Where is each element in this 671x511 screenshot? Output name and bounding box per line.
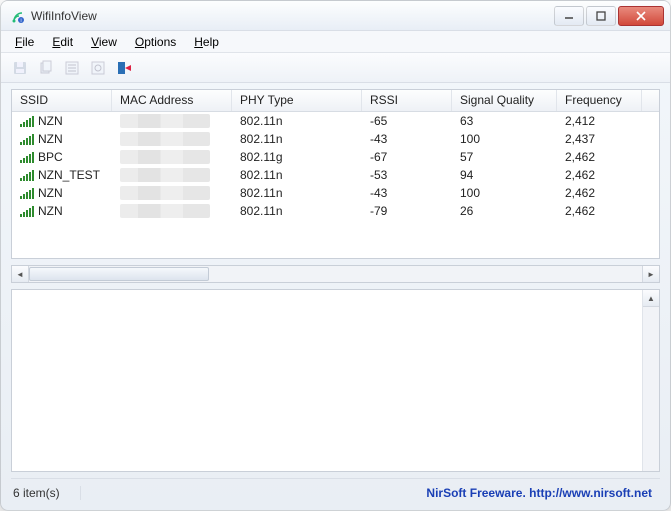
list-header: SSID MAC Address PHY Type RSSI Signal Qu… (12, 90, 659, 112)
cell-freq: 2,462 (557, 204, 642, 218)
menubar: File Edit View Options Help (1, 31, 670, 53)
content-area: SSID MAC Address PHY Type RSSI Signal Qu… (11, 89, 660, 472)
cell-signal: 26 (452, 204, 557, 218)
scroll-left-icon[interactable]: ◄ (12, 266, 29, 282)
cell-signal: 63 (452, 114, 557, 128)
signal-icon (20, 188, 34, 199)
cell-signal: 100 (452, 132, 557, 146)
cell-phy: 802.11g (232, 150, 362, 164)
cell-signal: 57 (452, 150, 557, 164)
cell-mac (112, 150, 232, 164)
minimize-button[interactable] (554, 6, 584, 26)
col-phy[interactable]: PHY Type (232, 90, 362, 111)
cell-freq: 2,412 (557, 114, 642, 128)
svg-text:i: i (20, 18, 21, 24)
cell-mac (112, 204, 232, 218)
menu-help[interactable]: Help (186, 33, 227, 51)
status-count: 6 item(s) (11, 486, 81, 500)
titlebar: i WifiInfoView (1, 1, 670, 31)
cell-mac (112, 132, 232, 146)
cell-ssid: NZN_TEST (12, 168, 112, 182)
refresh-icon[interactable] (87, 57, 109, 79)
cell-ssid: NZN (12, 186, 112, 200)
save-icon[interactable] (9, 57, 31, 79)
cell-mac (112, 168, 232, 182)
menu-options[interactable]: Options (127, 33, 184, 51)
signal-icon (20, 206, 34, 217)
app-icon: i (9, 8, 25, 24)
cell-rssi: -65 (362, 114, 452, 128)
cell-mac (112, 114, 232, 128)
scroll-track[interactable] (29, 266, 642, 282)
col-rssi[interactable]: RSSI (362, 90, 452, 111)
scroll-up-icon[interactable]: ▲ (643, 290, 659, 307)
cell-phy: 802.11n (232, 168, 362, 182)
toolbar (1, 53, 670, 83)
cell-phy: 802.11n (232, 114, 362, 128)
menu-file[interactable]: File (7, 33, 42, 51)
cell-phy: 802.11n (232, 204, 362, 218)
cell-rssi: -53 (362, 168, 452, 182)
window-title: WifiInfoView (31, 9, 554, 23)
menu-view[interactable]: View (83, 33, 125, 51)
signal-icon (20, 152, 34, 163)
signal-icon (20, 134, 34, 145)
copy-icon[interactable] (35, 57, 57, 79)
cell-ssid: NZN (12, 132, 112, 146)
cell-rssi: -67 (362, 150, 452, 164)
cell-rssi: -79 (362, 204, 452, 218)
signal-icon (20, 116, 34, 127)
col-ssid[interactable]: SSID (12, 90, 112, 111)
window-controls (554, 6, 664, 26)
table-row[interactable]: NZN 802.11n-431002,437 (12, 130, 659, 148)
network-list[interactable]: SSID MAC Address PHY Type RSSI Signal Qu… (11, 89, 660, 259)
cell-rssi: -43 (362, 186, 452, 200)
table-row[interactable]: NZN_TEST 802.11n-53942,462 (12, 166, 659, 184)
table-row[interactable]: NZN 802.11n-79262,462 (12, 202, 659, 220)
cell-rssi: -43 (362, 132, 452, 146)
cell-signal: 100 (452, 186, 557, 200)
scroll-thumb[interactable] (29, 267, 209, 281)
list-body: NZN802.11n-65632,412NZN802.11n-431002,43… (12, 112, 659, 258)
signal-icon (20, 170, 34, 181)
cell-freq: 2,462 (557, 168, 642, 182)
statusbar: 6 item(s) NirSoft Freeware. http://www.n… (11, 478, 660, 502)
details-pane: ▲ (11, 289, 660, 472)
maximize-button[interactable] (586, 6, 616, 26)
exit-icon[interactable] (113, 57, 135, 79)
cell-phy: 802.11n (232, 132, 362, 146)
col-mac[interactable]: MAC Address (112, 90, 232, 111)
cell-ssid: NZN (12, 204, 112, 218)
col-signal[interactable]: Signal Quality (452, 90, 557, 111)
vertical-scrollbar[interactable]: ▲ (642, 290, 659, 471)
cell-freq: 2,437 (557, 132, 642, 146)
scroll-right-icon[interactable]: ► (642, 266, 659, 282)
cell-ssid: BPC (12, 150, 112, 164)
col-freq[interactable]: Frequency (557, 90, 642, 111)
cell-signal: 94 (452, 168, 557, 182)
cell-freq: 2,462 (557, 150, 642, 164)
table-row[interactable]: NZN 802.11n-65632,412 (12, 112, 659, 130)
properties-icon[interactable] (61, 57, 83, 79)
cell-freq: 2,462 (557, 186, 642, 200)
menu-edit[interactable]: Edit (44, 33, 81, 51)
app-window: i WifiInfoView File Edit View Options He… (0, 0, 671, 511)
cell-phy: 802.11n (232, 186, 362, 200)
status-credit: NirSoft Freeware. http://www.nirsoft.net (426, 486, 660, 500)
table-row[interactable]: NZN 802.11n-431002,462 (12, 184, 659, 202)
cell-mac (112, 186, 232, 200)
cell-ssid: NZN (12, 114, 112, 128)
horizontal-scrollbar[interactable]: ◄ ► (11, 265, 660, 283)
table-row[interactable]: BPC 802.11g-67572,462 (12, 148, 659, 166)
close-button[interactable] (618, 6, 664, 26)
